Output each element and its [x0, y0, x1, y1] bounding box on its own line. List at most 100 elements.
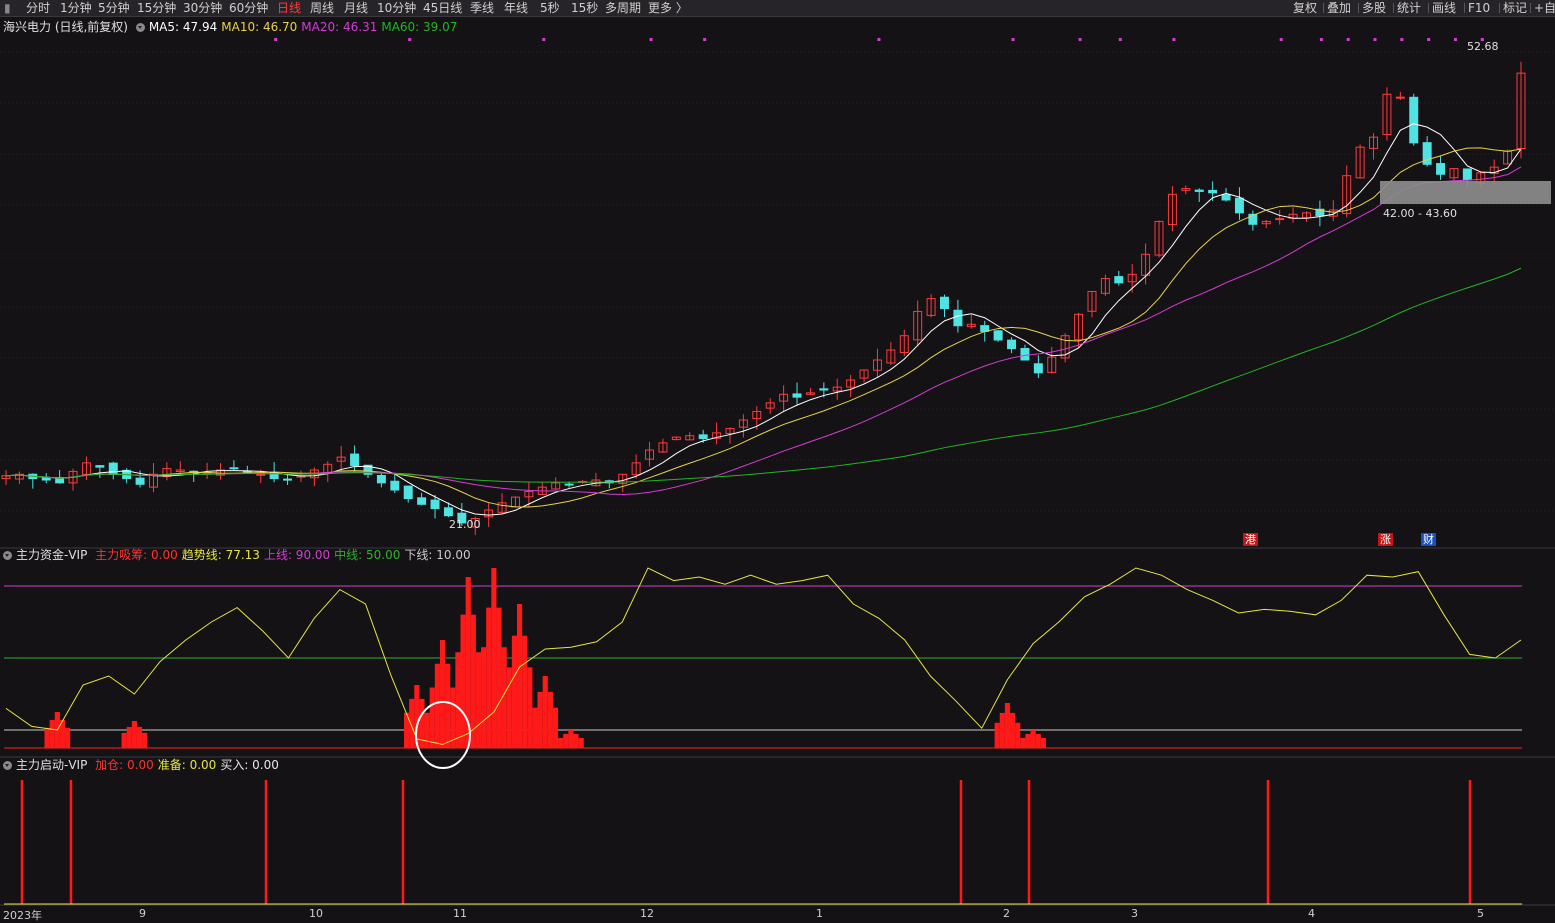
candle-body: [1436, 163, 1446, 175]
absorb-bar: [1040, 737, 1046, 748]
absorb-bar: [1004, 703, 1011, 748]
absorb-bar: [558, 737, 564, 748]
signal-dot: [1078, 38, 1082, 41]
candle-body: [792, 393, 802, 398]
absorb-bar: [511, 635, 517, 748]
absorb-bar: [136, 726, 143, 748]
candle-body: [1221, 194, 1231, 201]
absorb-bar: [994, 722, 1000, 748]
absorb-bar: [131, 721, 137, 748]
candle-body: [41, 477, 51, 481]
candle-body: [1409, 96, 1419, 144]
candle-body: [1007, 339, 1017, 350]
absorb-bar: [516, 604, 523, 748]
candle-body: [108, 462, 118, 475]
x-tick: 12: [640, 907, 654, 920]
absorb-bar: [445, 663, 451, 748]
candle-body: [135, 477, 145, 485]
signal-dot: [1427, 38, 1431, 41]
x-tick: 1: [816, 907, 823, 920]
absorb-bar: [542, 676, 548, 748]
signal-dot: [1319, 38, 1323, 41]
candle-body: [1208, 189, 1218, 194]
signal-dot: [703, 38, 707, 41]
x-tick: 3: [1131, 907, 1138, 920]
event-badge-hk[interactable]: 港: [1243, 533, 1258, 546]
signal-dot: [649, 38, 653, 41]
absorb-bar: [1015, 722, 1021, 748]
candle-body: [229, 467, 239, 470]
candle-body: [443, 507, 453, 517]
absorb-bar: [506, 667, 512, 748]
range-label: 42.00 - 43.60: [1383, 207, 1457, 220]
candle-body: [1462, 168, 1472, 181]
absorb-bar: [49, 719, 55, 748]
absorb-bar: [460, 614, 466, 748]
signal-dot: [1279, 38, 1283, 41]
ma-line: [5, 123, 1522, 516]
absorb-bar: [537, 691, 543, 748]
absorb-bar: [1030, 730, 1036, 748]
low-label: 21.00: [449, 518, 481, 531]
candle-body: [940, 296, 949, 310]
signal-dot: [274, 38, 278, 41]
absorb-bar: [1035, 733, 1041, 748]
absorb-bar: [563, 733, 569, 748]
candle-body: [993, 330, 1003, 341]
candle-body: [390, 480, 400, 491]
ma-line: [5, 267, 1522, 483]
event-badge-finance[interactable]: 财: [1421, 533, 1436, 546]
signal-dot: [1011, 38, 1015, 41]
absorb-bar: [1025, 733, 1031, 748]
event-badge-up[interactable]: 涨: [1378, 533, 1393, 546]
absorb-bar: [424, 712, 430, 748]
absorb-bar: [578, 737, 584, 748]
candle-body: [1020, 347, 1030, 361]
absorb-bar: [573, 733, 579, 748]
signal-dot: [408, 38, 412, 41]
absorb-bar: [527, 667, 533, 748]
x-tick: 5: [1477, 907, 1484, 920]
price-range-box[interactable]: [1380, 181, 1551, 204]
candle-body: [564, 483, 574, 486]
absorb-bar: [409, 698, 415, 748]
ma-line: [5, 166, 1522, 496]
x-tick: 2023年: [3, 909, 42, 922]
absorb-bar: [568, 730, 574, 748]
ma-line: [5, 147, 1522, 508]
chart-canvas[interactable]: [0, 0, 1555, 922]
absorb-bar: [44, 727, 50, 748]
high-label: 52.68: [1467, 40, 1499, 53]
candle-body: [1194, 189, 1204, 192]
x-tick: 4: [1308, 907, 1315, 920]
absorb-bar: [434, 663, 440, 748]
candle-body: [283, 478, 293, 481]
signal-dot: [1453, 38, 1457, 41]
absorb-bar: [1010, 712, 1016, 748]
absorb-bar: [429, 687, 435, 748]
candle-body: [350, 453, 360, 467]
absorb-bar: [481, 647, 487, 748]
signal-dot: [1346, 38, 1350, 41]
absorb-bar: [121, 732, 127, 748]
signal-dot: [1118, 38, 1122, 41]
absorb-bar: [455, 652, 461, 748]
absorb-bar: [439, 640, 446, 748]
signal-dot: [542, 38, 546, 41]
candle-body: [953, 309, 963, 327]
candle-body: [417, 497, 427, 505]
signal-dot: [1172, 38, 1176, 41]
signal-dot: [1400, 38, 1404, 41]
absorb-bar: [552, 707, 559, 748]
candle-body: [1033, 363, 1043, 374]
absorb-bar: [496, 607, 502, 748]
absorb-bar: [999, 712, 1005, 748]
absorb-bar: [522, 635, 528, 748]
candle-body: [95, 465, 105, 468]
absorb-bar: [142, 732, 148, 748]
x-tick: 2: [1003, 907, 1010, 920]
signal-dot: [877, 38, 881, 41]
signal-dot: [1373, 38, 1377, 41]
absorb-bar: [126, 726, 132, 748]
absorb-bar: [65, 727, 71, 748]
